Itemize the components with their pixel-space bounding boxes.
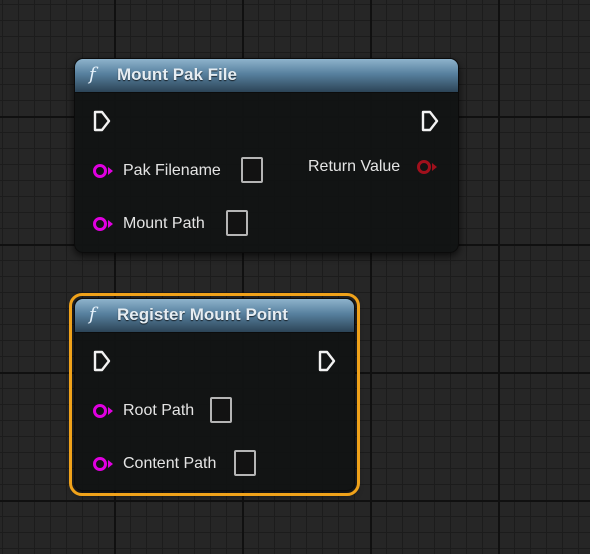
function-icon: f <box>89 304 96 325</box>
pin-label-pak-filename: Pak Filename <box>123 162 221 179</box>
node-header[interactable]: f Mount Pak File <box>75 59 458 93</box>
pin-label-root-path: Root Path <box>123 402 195 419</box>
content-path-value-box[interactable] <box>234 450 256 476</box>
string-pin-icon[interactable] <box>92 216 116 232</box>
mount-pak-file-node[interactable]: f Mount Pak File Pak Filename Mount Path… <box>74 58 459 253</box>
pin-label-mount-path: Mount Path <box>123 215 205 232</box>
return-value-pin-icon[interactable] <box>416 159 440 175</box>
node-title: Mount Pak File <box>117 65 237 84</box>
pin-label-content-path: Content Path <box>123 455 217 472</box>
exec-input-pin-icon[interactable] <box>92 350 112 372</box>
node-title: Register Mount Point <box>117 305 288 324</box>
string-pin-icon[interactable] <box>92 456 116 472</box>
pin-label-return-value: Return Value <box>308 158 401 175</box>
exec-output-pin-icon[interactable] <box>420 110 440 132</box>
pak-filename-value-box[interactable] <box>241 157 263 183</box>
root-path-value-box[interactable] <box>210 397 232 423</box>
function-icon: f <box>89 64 96 85</box>
node-header[interactable]: f Register Mount Point <box>75 299 354 333</box>
string-pin-icon[interactable] <box>92 403 116 419</box>
register-mount-point-node[interactable]: f Register Mount Point Root Path Content… <box>69 293 360 496</box>
exec-output-pin-icon[interactable] <box>317 350 337 372</box>
exec-input-pin-icon[interactable] <box>92 110 112 132</box>
mount-path-value-box[interactable] <box>226 210 248 236</box>
string-pin-icon[interactable] <box>92 163 116 179</box>
